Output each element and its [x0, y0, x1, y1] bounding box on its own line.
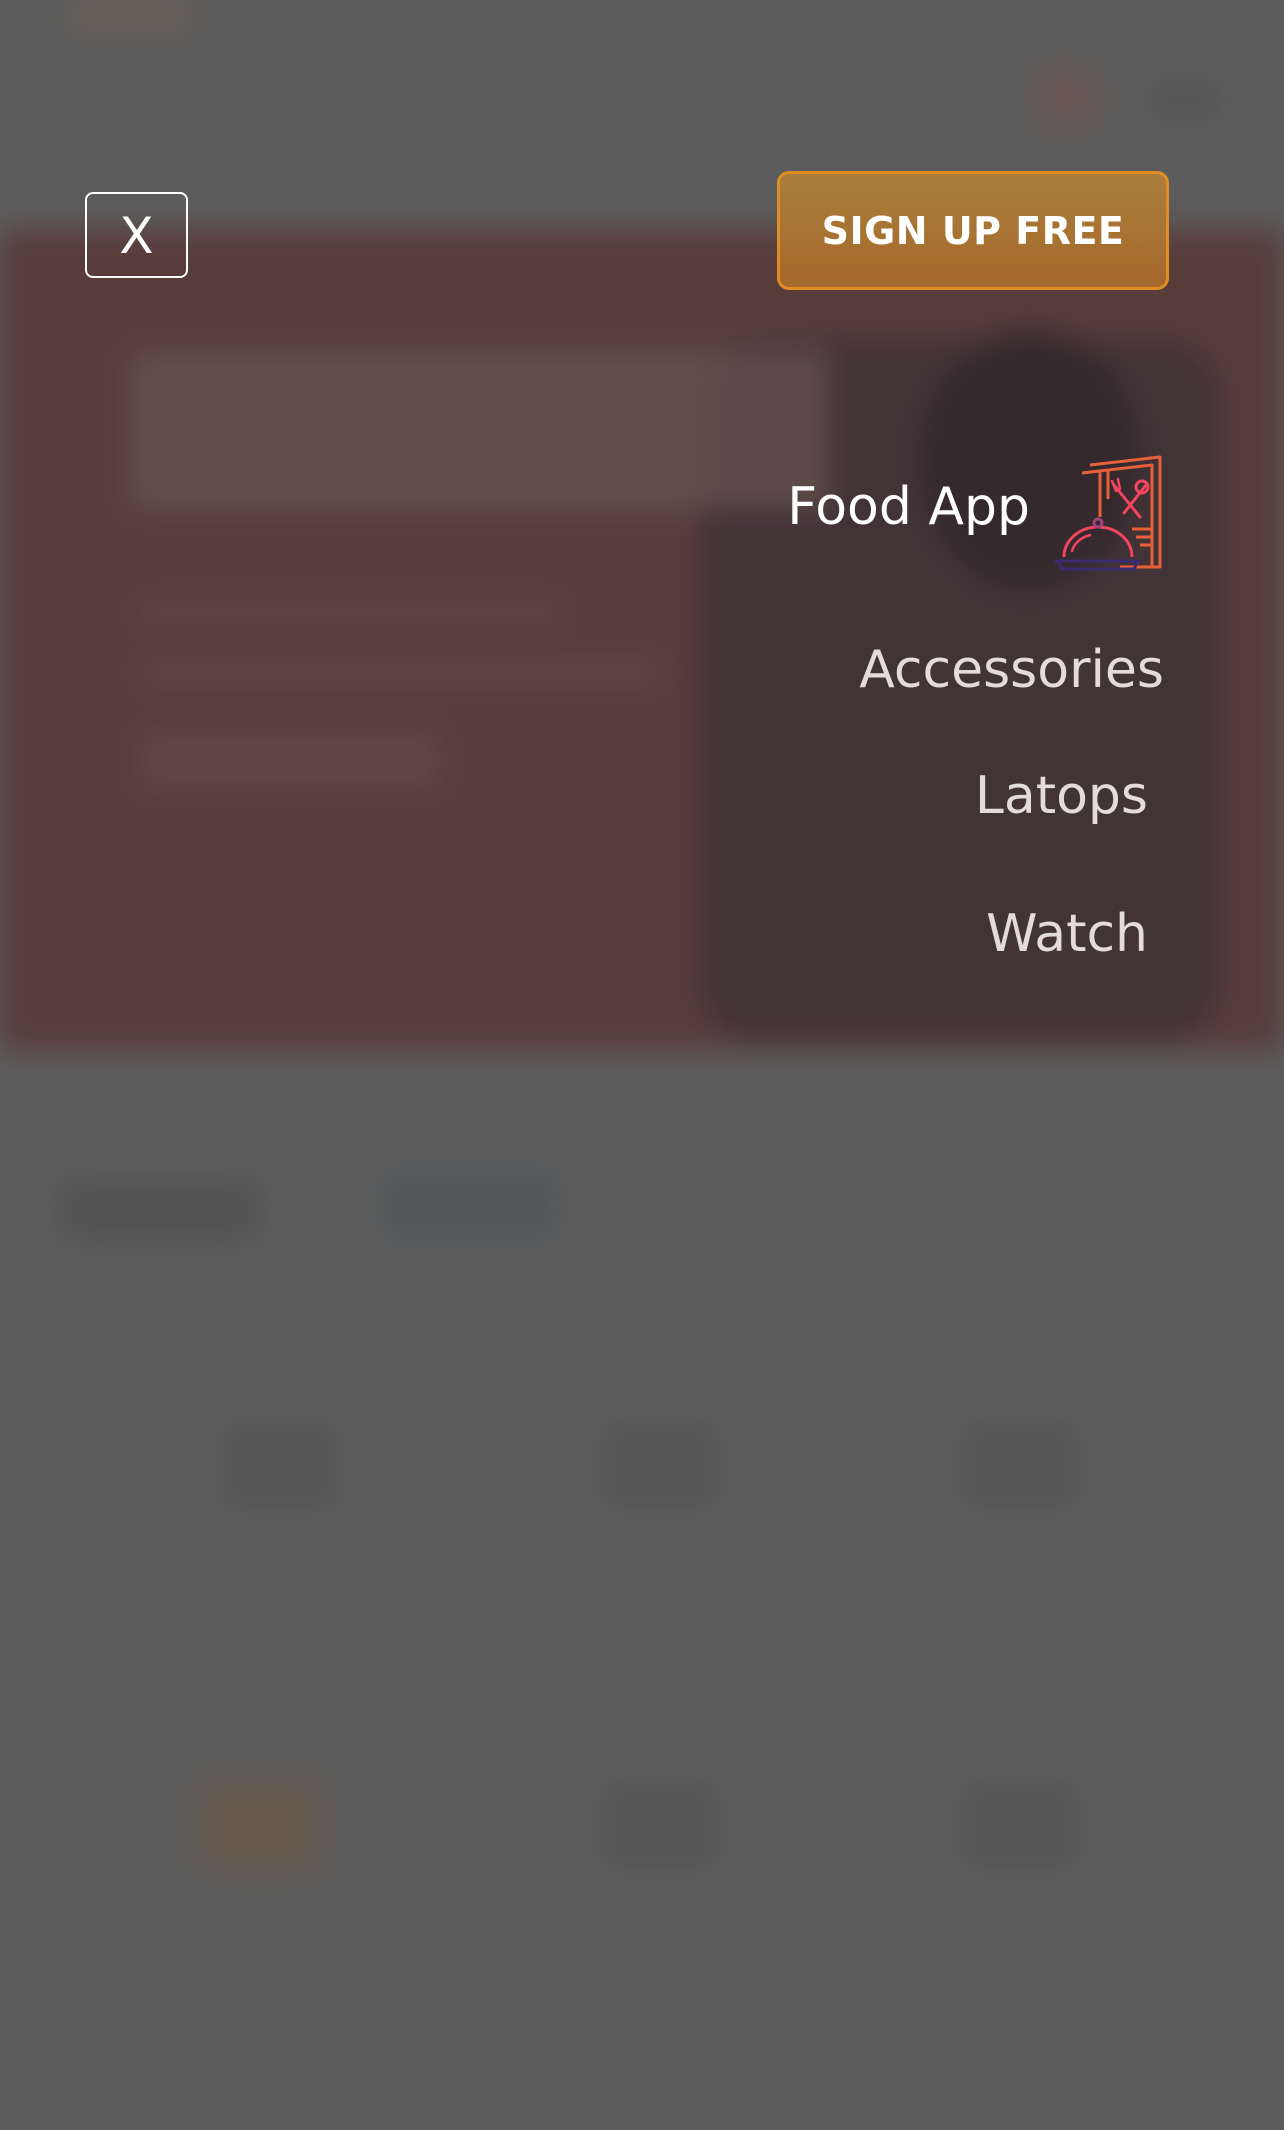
menu-item-label: Food App	[787, 477, 1030, 537]
close-menu-button[interactable]: X	[85, 192, 188, 278]
app-screen: X SIGN UP FREE Food App Accessories Lato…	[0, 0, 1284, 2130]
menu-overlay[interactable]	[0, 0, 1284, 2130]
menu-item-accessories[interactable]: Accessories	[859, 640, 1164, 700]
menu-item-watch[interactable]: Watch	[986, 904, 1148, 964]
food-menu-icon	[1050, 455, 1175, 580]
menu-item-laptops[interactable]: Latops	[975, 766, 1148, 826]
menu-item-food-app[interactable]: Food App	[740, 455, 1180, 585]
sign-up-free-button[interactable]: SIGN UP FREE	[777, 171, 1169, 290]
